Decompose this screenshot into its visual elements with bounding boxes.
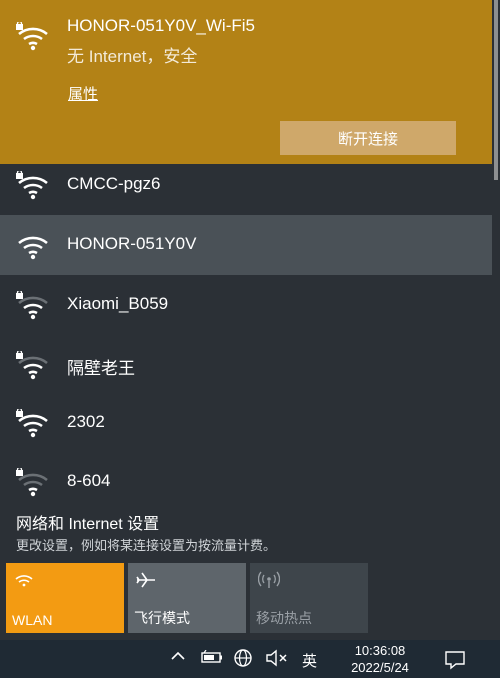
connected-network-panel[interactable]: HONOR-051Y0V_Wi-Fi5 无 Internet，安全 属性 断开连… (0, 0, 492, 164)
network-name: 隔壁老王 (67, 359, 135, 378)
tile-label: 移动热点 (256, 610, 312, 626)
mobile-hotspot-tile[interactable]: 移动热点 (250, 563, 368, 633)
battery-icon[interactable] (200, 649, 224, 669)
clock-date: 2022/5/24 (351, 660, 409, 675)
chevron-up-icon[interactable] (170, 649, 186, 668)
wifi-secured-icon (16, 409, 50, 439)
speaker-muted-icon[interactable] (265, 649, 289, 672)
wifi-secured-icon (16, 351, 50, 381)
notification-icon[interactable] (444, 650, 466, 675)
wifi-icon (16, 231, 50, 261)
network-list-scrollbar[interactable] (492, 0, 500, 500)
network-flyout: HONOR-051Y0V_Wi-Fi5 无 Internet，安全 属性 断开连… (0, 0, 500, 640)
network-row-gebilaowang[interactable]: 隔壁老王 (0, 335, 492, 395)
input-language-indicator[interactable]: 英 (302, 650, 317, 671)
taskbar-clock[interactable]: 10:36:08 2022/5/24 (334, 642, 426, 676)
airplane-icon (136, 571, 156, 592)
network-row-2302[interactable]: 2302 (0, 393, 492, 453)
connected-network-status: 无 Internet，安全 (67, 47, 198, 66)
wifi-secured-icon (16, 291, 50, 321)
wifi-secured-icon (16, 22, 50, 52)
globe-network-icon[interactable] (233, 648, 253, 673)
network-name: CMCC-pgz6 (67, 174, 161, 193)
network-row-honor[interactable]: HONOR-051Y0V (0, 215, 492, 275)
network-name: 2302 (67, 412, 105, 431)
airplane-mode-tile[interactable]: 飞行模式 (128, 563, 246, 633)
network-row-cmcc[interactable]: CMCC-pgz6 (0, 155, 492, 215)
taskbar: 英 10:36:08 2022/5/24 (0, 640, 500, 678)
tile-label: WLAN (12, 612, 53, 628)
wifi-secured-icon (16, 468, 50, 498)
wifi-icon (14, 571, 34, 590)
network-settings-description: 更改设置，例如将某连接设置为按流量计费。 (16, 538, 277, 553)
tile-label: 飞行模式 (134, 610, 190, 626)
network-name: HONOR-051Y0V (67, 234, 197, 253)
hotspot-icon (257, 571, 281, 592)
network-row-xiaomi[interactable]: Xiaomi_B059 (0, 275, 492, 335)
network-row-8604[interactable]: 8-604 (0, 452, 492, 512)
connected-network-name: HONOR-051Y0V_Wi-Fi5 (67, 16, 255, 35)
network-settings-link[interactable]: 网络和 Internet 设置 (16, 510, 159, 534)
scroll-thumb[interactable] (494, 0, 498, 180)
clock-time: 10:36:08 (354, 643, 406, 658)
wifi-secured-icon (16, 171, 50, 201)
properties-link[interactable]: 属性 (68, 83, 98, 104)
wlan-toggle-tile[interactable]: WLAN (6, 563, 124, 633)
network-name: 8-604 (67, 471, 111, 490)
disconnect-button[interactable]: 断开连接 (280, 121, 456, 155)
network-name: Xiaomi_B059 (67, 294, 169, 313)
